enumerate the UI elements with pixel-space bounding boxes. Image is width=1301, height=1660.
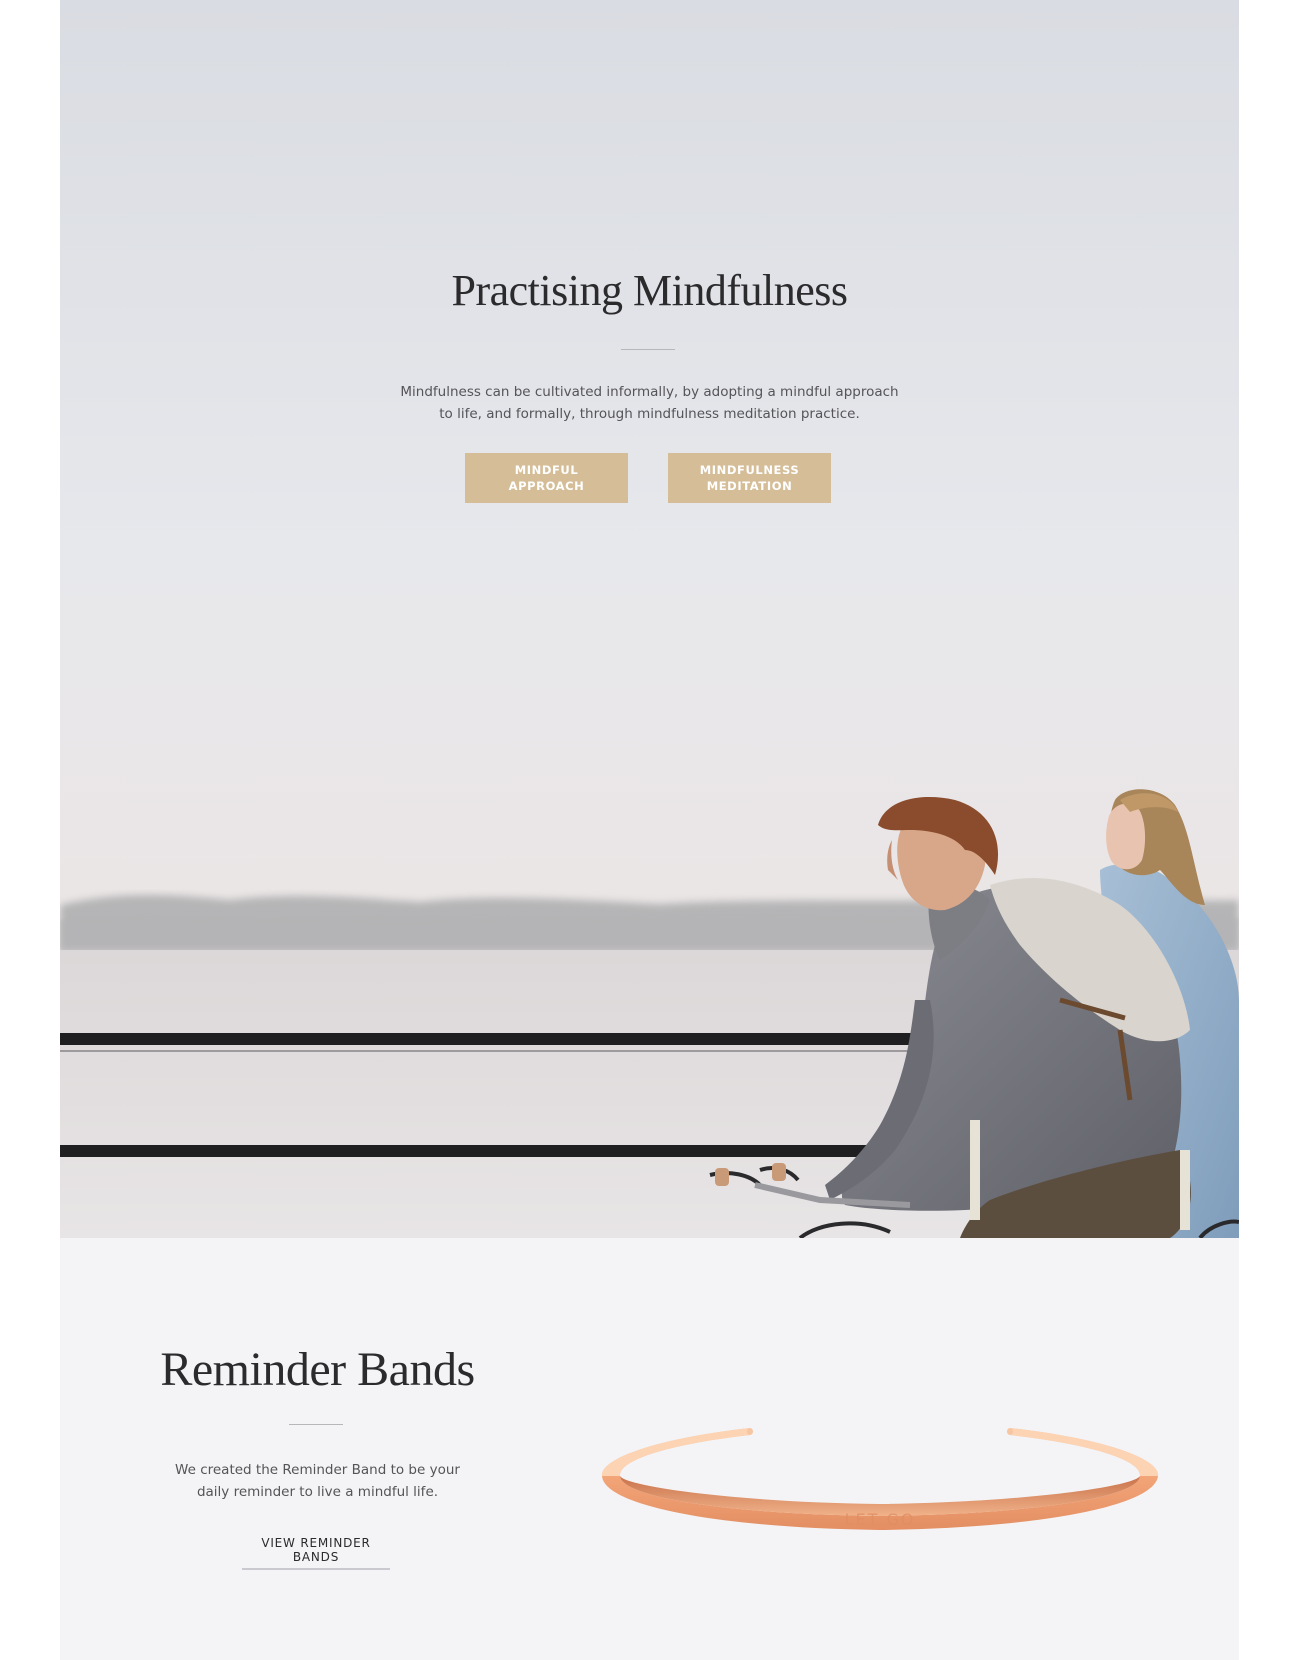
reminder-band-image: LET GO xyxy=(601,1428,1159,1530)
hero-title: Practising Mindfulness xyxy=(451,266,848,315)
button-label-line: MINDFULNESS xyxy=(699,463,800,477)
button-label-line: MEDITATION xyxy=(706,479,793,493)
page: Practising Mindfulness Mindfulness can b… xyxy=(60,0,1239,1660)
hero-description-line: to life, and formally, through mindfulne… xyxy=(439,406,860,422)
hero-image-cyclists xyxy=(60,0,1239,1238)
bands-description-line: daily reminder to live a mindful life. xyxy=(196,1484,439,1500)
bands-divider xyxy=(289,1424,343,1425)
button-label-line: APPROACH xyxy=(508,479,585,493)
hero-description: Mindfulness can be cultivated informally… xyxy=(60,381,1239,425)
hero-section: Practising Mindfulness Mindfulness can b… xyxy=(60,0,1239,1238)
bands-description-line: We created the Reminder Band to be your xyxy=(175,1462,460,1478)
mindfulness-meditation-button[interactable]: MINDFULNESS MEDITATION xyxy=(668,453,831,503)
mindful-approach-button[interactable]: MINDFUL APPROACH xyxy=(465,453,628,503)
bands-title: Reminder Bands xyxy=(160,1343,475,1396)
band-engraving-text: LET GO xyxy=(845,1510,916,1529)
hero-description-line: Mindfulness can be cultivated informally… xyxy=(400,384,899,400)
reminder-bands-section: Reminder Bands We created the Reminder B… xyxy=(60,1238,1239,1660)
view-reminder-bands-link[interactable]: VIEW REMINDER BANDS xyxy=(242,1536,390,1570)
bands-description: We created the Reminder Band to be your … xyxy=(60,1459,575,1503)
hero-divider xyxy=(621,349,675,350)
button-label-line: MINDFUL xyxy=(514,463,579,477)
